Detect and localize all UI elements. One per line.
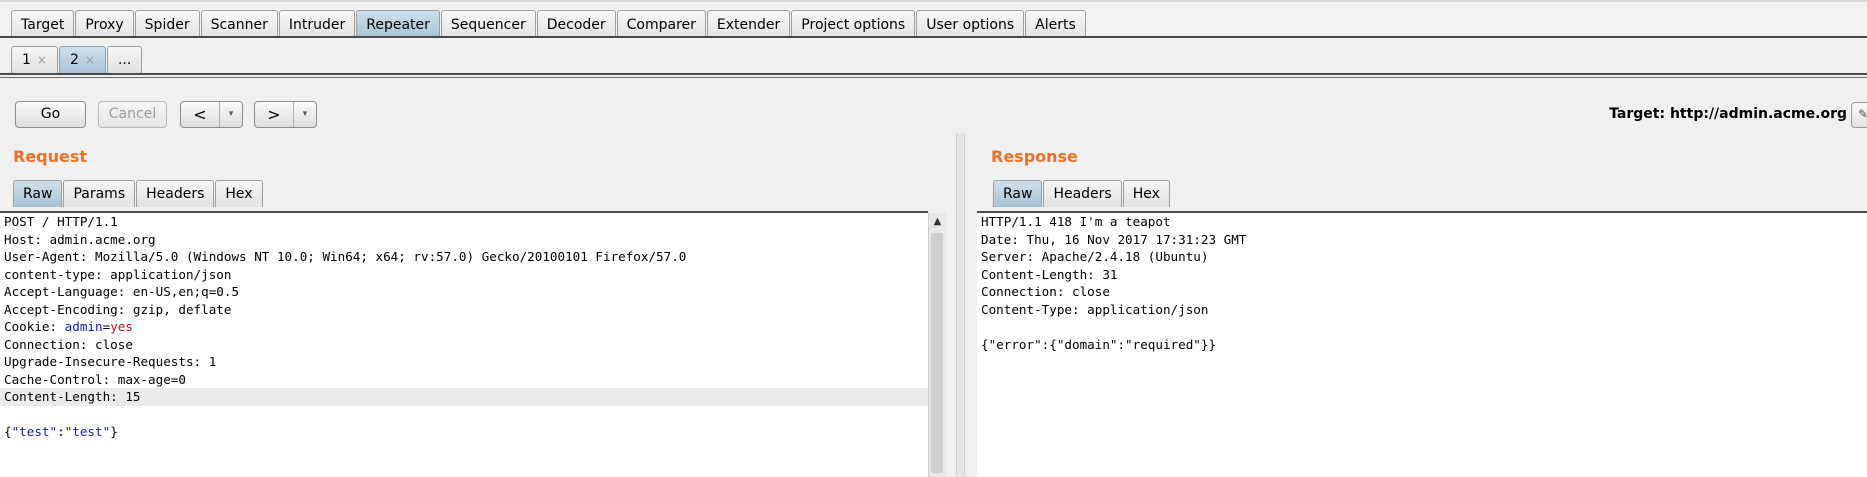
repeater-tab-label: 2 <box>69 52 79 68</box>
main-tab-bar: Target Proxy Spider Scanner Intruder Rep… <box>0 0 1867 40</box>
request-editor[interactable]: POST / HTTP/1.1 Host: admin.acme.org Use… <box>0 211 928 477</box>
request-tab-hex[interactable]: Hex <box>215 180 263 207</box>
response-tabs: Raw Headers Hex <box>993 180 1171 207</box>
request-line-blank <box>0 406 928 424</box>
request-tab-headers[interactable]: Headers <box>136 180 215 207</box>
request-line: Accept-Language: en-US,en;q=0.5 <box>4 284 240 299</box>
target-label: Target: http://admin.acme.org <box>1609 106 1847 122</box>
sub-tab-divider-2 <box>0 77 1867 78</box>
request-line: POST / HTTP/1.1 <box>4 214 118 229</box>
go-button[interactable]: Go <box>15 101 86 128</box>
request-scrollbar[interactable]: ▲ <box>928 213 946 477</box>
response-line: HTTP/1.1 418 I'm a teapot <box>981 214 1171 229</box>
tab-alerts[interactable]: Alerts <box>1025 10 1086 38</box>
repeater-new-tab[interactable]: ... <box>106 46 143 73</box>
response-body: {"error":{"domain":"required"}} <box>981 336 1217 352</box>
request-tabs: Raw Params Headers Hex <box>13 180 264 207</box>
body-colon: : <box>57 424 65 439</box>
cookie-name: admin <box>64 319 103 334</box>
pencil-icon[interactable]: ✎ <box>1851 102 1867 128</box>
tab-comparer[interactable]: Comparer <box>616 10 706 38</box>
response-line: Date: Thu, 16 Nov 2017 17:31:23 GMT <box>981 231 1247 247</box>
response-line: Server: Apache/2.4.18 (Ubuntu) <box>981 249 1209 264</box>
response-editor[interactable]: HTTP/1.1 418 I'm a teapot Date: Thu, 16 … <box>977 211 1867 477</box>
forward-arrow-icon: > <box>267 105 281 124</box>
request-tab-raw[interactable]: Raw <box>13 180 63 207</box>
scroll-thumb[interactable] <box>931 233 943 473</box>
response-line-blank <box>977 318 1867 336</box>
cookie-prefix: Cookie: <box>4 319 65 334</box>
request-line-current: Content-Length: 15 <box>0 388 928 406</box>
back-button[interactable]: < ▾ <box>180 101 243 128</box>
repeater-tab-label: 1 <box>22 52 31 68</box>
tab-repeater[interactable]: Repeater <box>356 10 440 38</box>
scroll-up-icon[interactable]: ▲ <box>929 213 946 230</box>
response-tab-hex[interactable]: Hex <box>1122 180 1170 207</box>
repeater-sub-tabs: 1 × 2 × ... <box>11 46 143 73</box>
response-line: Content-Type: application/json <box>981 301 1209 317</box>
forward-button[interactable]: > ▾ <box>254 101 317 128</box>
request-line-cookie: Cookie: admin=yes <box>0 318 928 336</box>
tab-sequencer[interactable]: Sequencer <box>440 10 536 38</box>
request-line: Accept-Encoding: gzip, deflate <box>4 301 232 317</box>
response-line: Content-Length: 31 <box>981 266 1118 282</box>
tab-user-options[interactable]: User options <box>916 10 1025 38</box>
request-title: Request <box>13 147 88 166</box>
repeater-tab-2[interactable]: 2 × <box>58 46 106 73</box>
response-title: Response <box>991 147 1078 166</box>
cancel-button[interactable]: Cancel <box>98 101 167 128</box>
chevron-down-icon[interactable]: ▾ <box>293 102 316 127</box>
response-line: Connection: close <box>981 284 1110 299</box>
tab-scanner[interactable]: Scanner <box>200 10 278 38</box>
main-tabs: Target Proxy Spider Scanner Intruder Rep… <box>11 10 1087 38</box>
response-tab-raw[interactable]: Raw <box>993 180 1043 207</box>
tab-project-options[interactable]: Project options <box>791 10 916 38</box>
pane-splitter[interactable] <box>956 133 965 477</box>
request-line: Connection: close <box>4 336 133 352</box>
sub-tab-divider <box>0 73 1867 75</box>
repeater-tab-1[interactable]: 1 × <box>11 46 58 73</box>
back-arrow-icon: < <box>193 105 207 124</box>
new-tab-label: ... <box>117 52 132 68</box>
tab-extender[interactable]: Extender <box>706 10 791 38</box>
request-line: Cache-Control: max-age=0 <box>4 371 186 387</box>
tab-target[interactable]: Target <box>11 10 75 38</box>
main-tab-divider <box>0 36 1867 38</box>
request-line: Host: admin.acme.org <box>4 231 156 247</box>
body-key: "test" <box>11 424 58 439</box>
response-tab-headers[interactable]: Headers <box>1043 180 1122 207</box>
request-line: User-Agent: Mozilla/5.0 (Windows NT 10.0… <box>4 249 687 264</box>
tab-proxy[interactable]: Proxy <box>75 10 134 38</box>
body-value: "test" <box>64 424 111 439</box>
chevron-down-icon[interactable]: ▾ <box>219 102 242 127</box>
body-brace: } <box>110 424 118 439</box>
close-icon[interactable]: × <box>85 53 95 67</box>
tab-intruder[interactable]: Intruder <box>278 10 356 38</box>
request-body: {"test":"test"} <box>0 423 928 441</box>
request-line: Upgrade-Insecure-Requests: 1 <box>4 354 217 369</box>
request-line: content-type: application/json <box>4 266 232 282</box>
cookie-value: yes <box>110 319 133 334</box>
request-tab-params[interactable]: Params <box>63 180 136 207</box>
close-icon[interactable]: × <box>37 53 47 67</box>
body-brace: { <box>4 424 12 439</box>
tab-spider[interactable]: Spider <box>134 10 200 38</box>
tab-decoder[interactable]: Decoder <box>536 10 616 38</box>
